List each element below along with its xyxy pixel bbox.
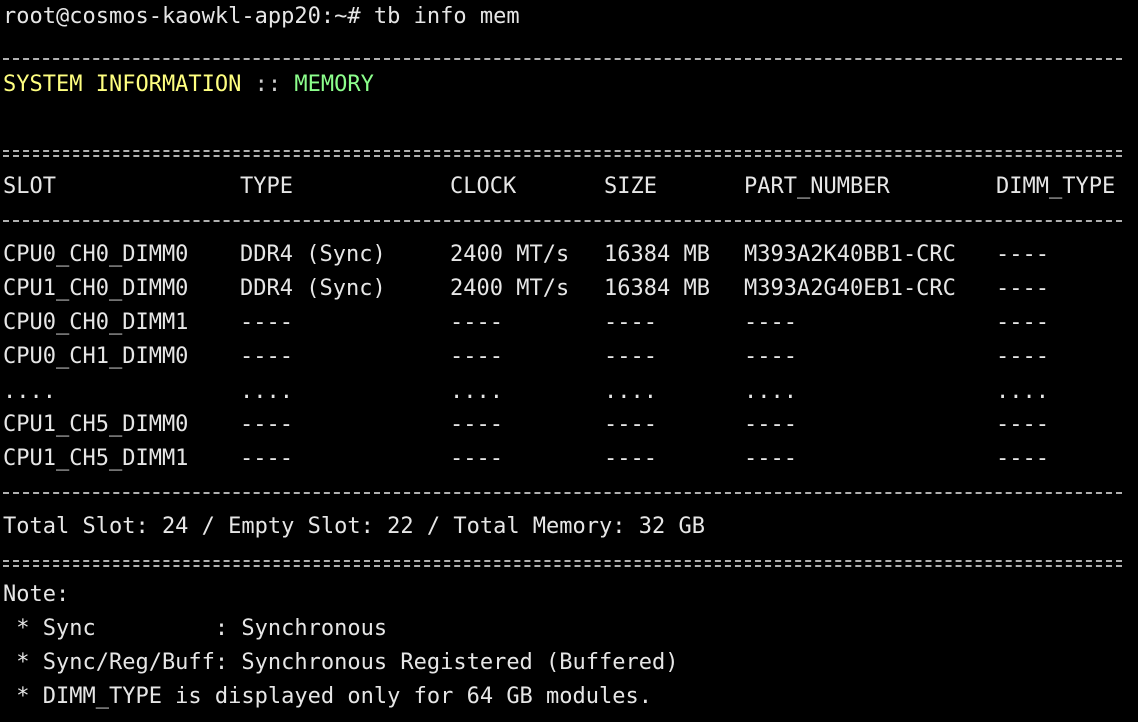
note-item: * DIMM_TYPE is displayed only for 64 GB … — [3, 684, 653, 709]
cell-type: DDR4 (Sync) — [240, 242, 386, 267]
cell-part-number: ---- — [744, 344, 797, 369]
table-row: CPU0_CH0_DIMM1 ---- ---- ---- ---- ---- — [3, 306, 1138, 340]
cell-type: ---- — [240, 412, 293, 437]
table-row: CPU1_CH5_DIMM1 ---- ---- ---- ---- ---- — [3, 442, 1138, 476]
memory-summary: Total Slot: 24 / Empty Slot: 22 / Total … — [3, 514, 705, 539]
section-label: SYSTEM INFORMATION — [3, 72, 242, 97]
section-heading: SYSTEM INFORMATION :: MEMORY — [3, 68, 1138, 102]
table-row: CPU0_CH1_DIMM0 ---- ---- ---- ---- ---- — [3, 340, 1138, 374]
cell-type: .... — [240, 379, 293, 404]
cell-part-number: ---- — [744, 310, 797, 335]
cell-clock: ---- — [450, 446, 503, 471]
table-row: CPU1_CH0_DIMM0 DDR4 (Sync) 2400 MT/s 163… — [3, 272, 1138, 306]
table-header-row: SLOT TYPE CLOCK SIZE PART_NUMBER DIMM_TY… — [3, 170, 1138, 204]
cell-slot: CPU1_CH5_DIMM0 — [3, 412, 189, 437]
cell-type: ---- — [240, 310, 293, 335]
table-row: CPU1_CH5_DIMM0 ---- ---- ---- ---- ---- — [3, 408, 1138, 442]
cell-part-number: M393A2K40BB1-CRC — [744, 242, 956, 267]
table-row: CPU0_CH0_DIMM0 DDR4 (Sync) 2400 MT/s 163… — [3, 238, 1138, 272]
header-part-number: PART_NUMBER — [744, 174, 890, 199]
cell-clock: ---- — [450, 412, 503, 437]
cell-type: DDR4 (Sync) — [240, 276, 386, 301]
header-dimm-type: DIMM_TYPE — [996, 174, 1116, 199]
terminal-window[interactable]: root@cosmos-kaowkl-app20:~# tb info mem … — [0, 0, 1138, 722]
cell-dimm-type: ---- — [996, 242, 1049, 267]
section-name: MEMORY — [294, 72, 374, 97]
cell-size: 16384 MB — [604, 276, 710, 301]
header-clock: CLOCK — [450, 174, 517, 199]
cell-slot: CPU0_CH0_DIMM1 — [3, 310, 189, 335]
summary-dashed-rule — [3, 492, 1122, 494]
cell-slot: CPU1_CH5_DIMM1 — [3, 446, 189, 471]
cell-size: ---- — [604, 412, 657, 437]
cell-dimm-type: ---- — [996, 276, 1049, 301]
cell-type: ---- — [240, 446, 293, 471]
cell-clock: .... — [450, 379, 503, 404]
cell-dimm-type: ---- — [996, 412, 1049, 437]
cell-slot: CPU0_CH0_DIMM0 — [3, 242, 189, 267]
cell-size: ---- — [604, 344, 657, 369]
header-slot: SLOT — [3, 174, 56, 199]
cell-size: .... — [604, 379, 657, 404]
cell-size: ---- — [604, 310, 657, 335]
cell-type: ---- — [240, 344, 293, 369]
table-top-double-rule — [3, 150, 1122, 157]
top-dashed-rule — [3, 58, 1122, 60]
note-item: * Sync/Reg/Buff: Synchronous Registered … — [3, 650, 679, 675]
section-separator: :: — [241, 72, 295, 97]
cell-dimm-type: ---- — [996, 446, 1049, 471]
cell-size: ---- — [604, 446, 657, 471]
cell-clock: ---- — [450, 310, 503, 335]
command-prompt-line: root@cosmos-kaowkl-app20:~# tb info mem — [3, 4, 520, 29]
header-type: TYPE — [240, 174, 293, 199]
note-title: Note: — [3, 582, 70, 607]
cell-part-number: M393A2G40EB1-CRC — [744, 276, 956, 301]
cell-slot: .... — [3, 379, 56, 404]
cell-size: 16384 MB — [604, 242, 710, 267]
header-dashed-rule — [3, 220, 1122, 222]
cell-part-number: ---- — [744, 446, 797, 471]
header-size: SIZE — [604, 174, 657, 199]
cell-dimm-type: ---- — [996, 310, 1049, 335]
cell-part-number: ---- — [744, 412, 797, 437]
cell-slot: CPU1_CH0_DIMM0 — [3, 276, 189, 301]
note-item: * Sync : Synchronous — [3, 616, 388, 641]
cell-clock: 2400 MT/s — [450, 242, 570, 267]
table-row: .... .... .... .... .... .... — [3, 375, 1138, 409]
cell-part-number: .... — [744, 379, 797, 404]
cell-dimm-type: .... — [996, 379, 1049, 404]
cell-clock: 2400 MT/s — [450, 276, 570, 301]
cell-clock: ---- — [450, 344, 503, 369]
cell-dimm-type: ---- — [996, 344, 1049, 369]
table-bottom-double-rule — [3, 560, 1122, 567]
cell-slot: CPU0_CH1_DIMM0 — [3, 344, 189, 369]
